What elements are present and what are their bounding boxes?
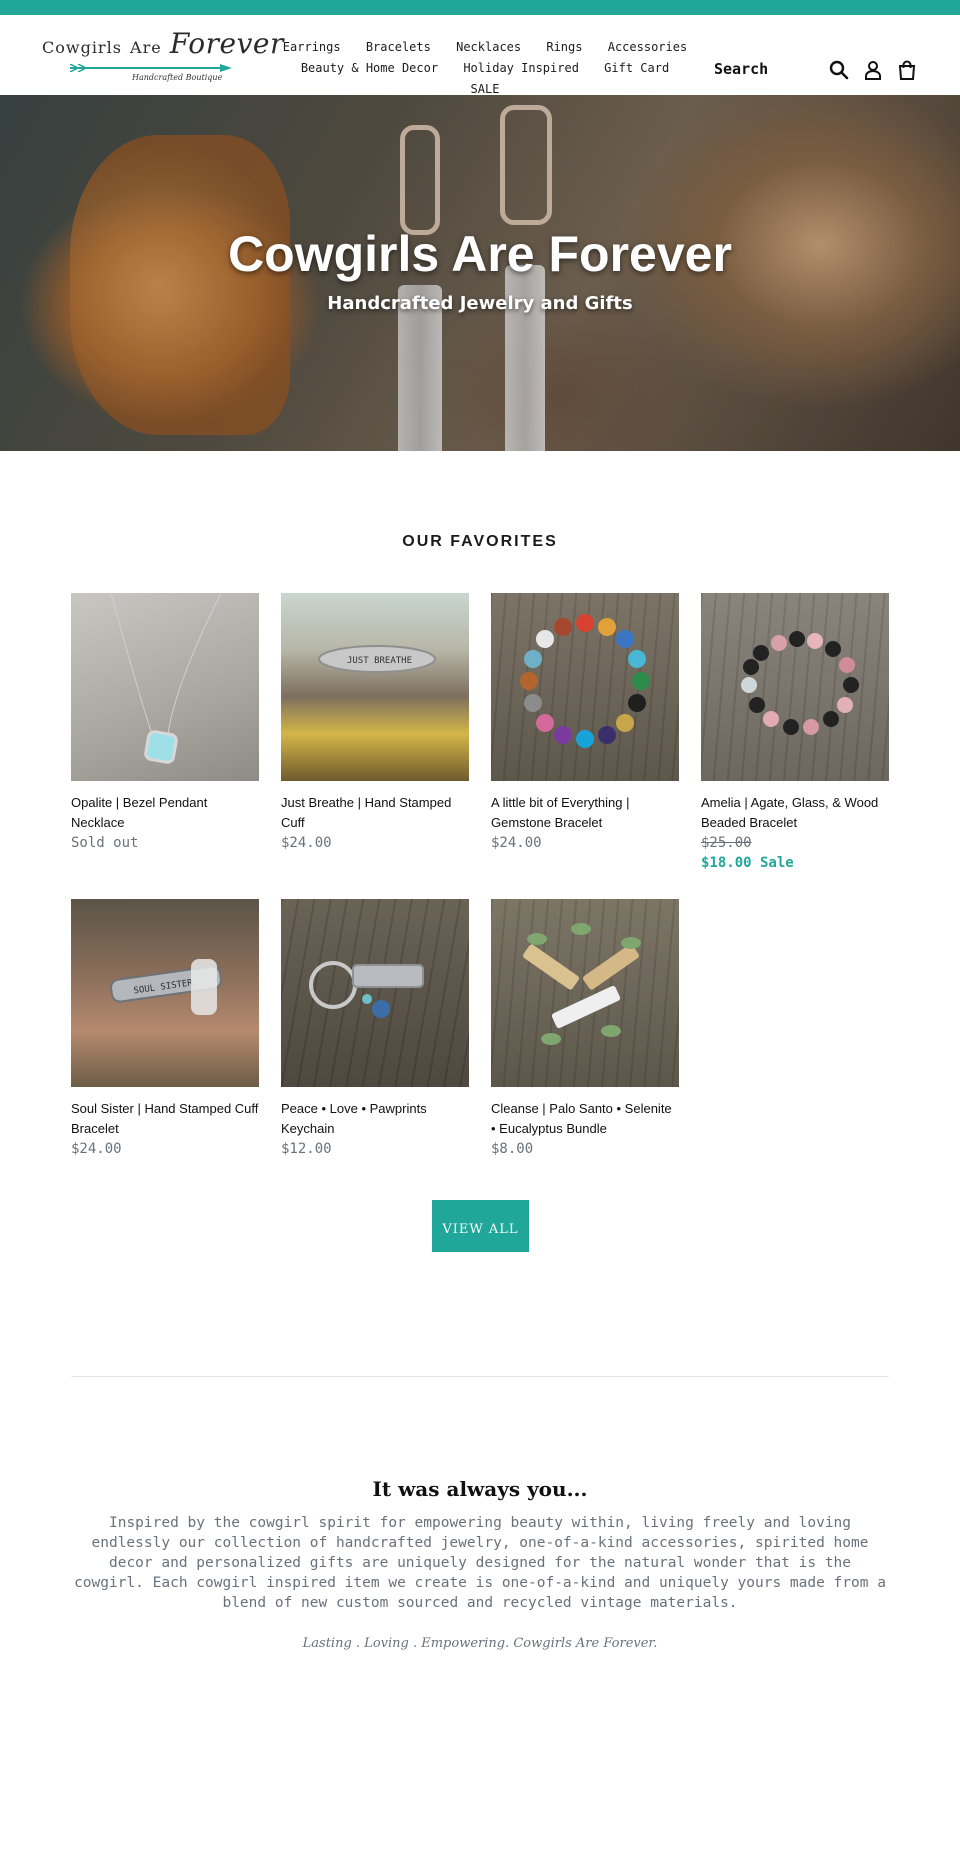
hero-banner: Cowgirls Are Forever Handcrafted Jewelry… [0, 95, 960, 451]
product-image[interactable] [281, 899, 469, 1087]
product-price: $24.00 [491, 835, 542, 851]
nav-item-bracelets[interactable]: Bracelets [366, 40, 431, 54]
stamped-cuff-icon: SOUL SISTER [110, 959, 222, 1015]
logo-word-are: Are [130, 38, 162, 57]
product-price: $12.00 [281, 1141, 332, 1157]
nav-item-gift-card[interactable]: Gift Card [604, 61, 669, 75]
product-image[interactable]: SOUL SISTER [71, 899, 259, 1087]
nav-row-2: Beauty & Home Decor Holiday Inspired Gif… [270, 58, 700, 100]
arrow-icon [70, 64, 232, 72]
nav-row-1: Earrings Bracelets Necklaces Rings Acces… [270, 37, 700, 58]
nav-item-rings[interactable]: Rings [546, 40, 582, 54]
palo-santo-bundle-icon [523, 923, 641, 1045]
product-card[interactable]: SOUL SISTER Soul Sister | Hand Stamped C… [71, 899, 259, 1159]
nav-item-beauty-home-decor[interactable]: Beauty & Home Decor [301, 61, 438, 75]
product-image[interactable] [701, 593, 889, 781]
product-image[interactable] [491, 899, 679, 1087]
hero-subtitle: Handcrafted Jewelry and Gifts [327, 293, 633, 314]
product-image[interactable] [71, 593, 259, 781]
product-title[interactable]: Opalite | Bezel Pendant Necklace [71, 793, 259, 833]
nav-item-holiday-inspired[interactable]: Holiday Inspired [463, 61, 579, 75]
nav-item-necklaces[interactable]: Necklaces [456, 40, 521, 54]
nav-item-accessories[interactable]: Accessories [608, 40, 687, 54]
section-divider [71, 1376, 889, 1377]
product-title[interactable]: Just Breathe | Hand Stamped Cuff [281, 793, 469, 833]
view-all-button[interactable]: VIEW ALL [432, 1200, 529, 1252]
product-card[interactable]: A little bit of Everything | Gemstone Br… [491, 593, 679, 853]
announcement-bar [0, 0, 960, 15]
header-icons [828, 59, 918, 81]
product-title[interactable]: Amelia | Agate, Glass, & Wood Beaded Bra… [701, 793, 889, 833]
account-icon[interactable] [862, 59, 884, 81]
product-sale-price: $18.00 Sale [701, 855, 794, 871]
cuff-bracelet-icon: JUST BREATHE [318, 645, 436, 673]
product-title[interactable]: Cleanse | Palo Santo • Selenite • Eucaly… [491, 1099, 679, 1139]
hero-title: Cowgirls Are Forever [228, 226, 732, 282]
about-body: Inspired by the cowgirl spirit for empow… [74, 1515, 886, 1611]
product-price: $24.00 [71, 1141, 122, 1157]
nav-item-sale[interactable]: SALE [471, 82, 500, 96]
logo-wordmark: Cowgirls Are Forever [42, 27, 283, 60]
site-logo[interactable]: Cowgirls Are Forever Handcrafted Boutiqu… [42, 27, 283, 83]
product-price: Sold out [71, 835, 139, 851]
product-title[interactable]: Peace • Love • Pawprints Keychain [281, 1099, 469, 1139]
gemstone-bracelet-icon [520, 614, 650, 748]
logo-word-cowgirls: Cowgirls [42, 38, 122, 57]
search-link[interactable]: Search [714, 60, 768, 78]
product-card[interactable]: Cleanse | Palo Santo • Selenite • Eucaly… [491, 899, 679, 1159]
product-image[interactable]: JUST BREATHE [281, 593, 469, 781]
beaded-bracelet-icon [741, 631, 859, 735]
product-title[interactable]: Soul Sister | Hand Stamped Cuff Bracelet [71, 1099, 259, 1139]
site-header: Cowgirls Are Forever Handcrafted Boutiqu… [0, 15, 960, 96]
svg-text:JUST BREATHE: JUST BREATHE [347, 656, 412, 666]
main-nav: Earrings Bracelets Necklaces Rings Acces… [270, 37, 700, 100]
product-image[interactable] [491, 593, 679, 781]
keychain-icon [309, 961, 424, 1018]
product-price: $24.00 [281, 835, 332, 851]
search-icon[interactable] [828, 59, 850, 81]
product-title[interactable]: A little bit of Everything | Gemstone Br… [491, 793, 679, 833]
section-title: OUR FAVORITES [402, 533, 558, 550]
cart-icon[interactable] [896, 59, 918, 81]
about-tagline: Lasting . Loving . Empowering. Cowgirls … [302, 1636, 658, 1651]
product-card[interactable]: Opalite | Bezel Pendant Necklace Sold ou… [71, 593, 259, 853]
logo-word-forever: Forever [169, 27, 284, 60]
product-price: $8.00 [491, 1141, 534, 1157]
product-compare-price: $25.00 [701, 835, 752, 851]
product-card[interactable]: Amelia | Agate, Glass, & Wood Beaded Bra… [701, 593, 889, 873]
product-card[interactable]: JUST BREATHE Just Breathe | Hand Stamped… [281, 593, 469, 853]
necklace-pendant-icon [110, 593, 222, 764]
about-title: It was always you... [372, 1477, 588, 1501]
nav-item-earrings[interactable]: Earrings [283, 40, 341, 54]
logo-tagline: Handcrafted Boutique [132, 73, 223, 82]
product-card[interactable]: Peace • Love • Pawprints Keychain $12.00 [281, 899, 469, 1159]
